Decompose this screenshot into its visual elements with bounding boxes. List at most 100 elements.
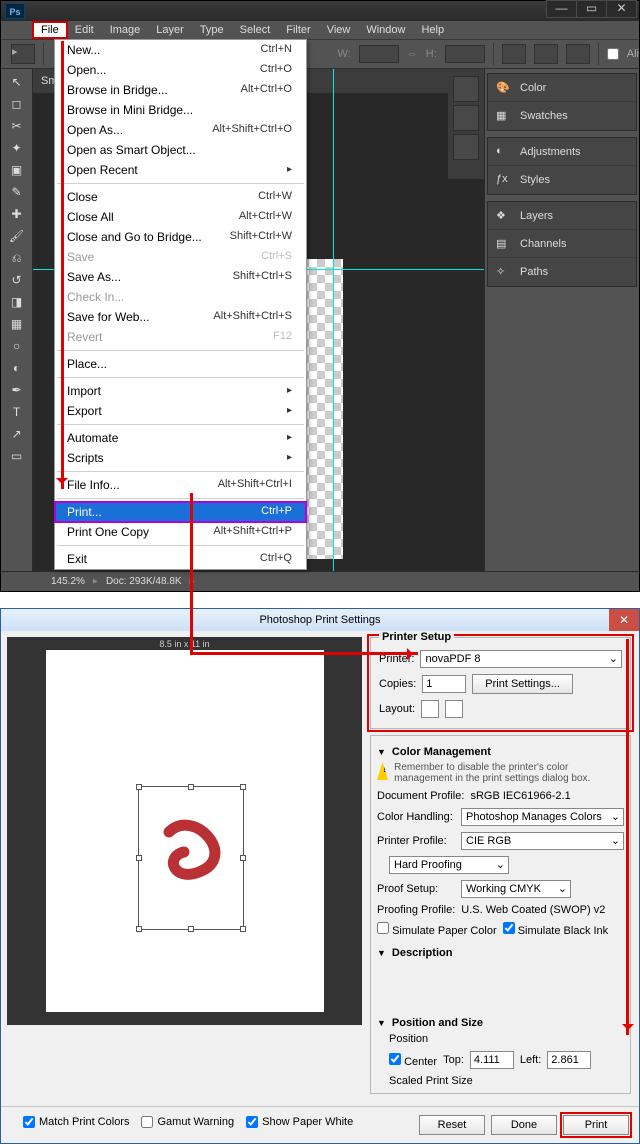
menu-item-scripts[interactable]: Scripts xyxy=(55,448,306,468)
dodge-tool-icon[interactable]: ◐ xyxy=(5,358,29,378)
marquee-tool-icon[interactable]: ◻ xyxy=(5,94,29,114)
tool-preset-button[interactable]: ▸ xyxy=(11,44,35,64)
menu-view[interactable]: View xyxy=(319,22,359,38)
print-settings-button[interactable]: Print Settings... xyxy=(472,674,573,694)
printer-combo[interactable]: novaPDF 8 xyxy=(420,650,622,668)
lasso-tool-icon[interactable]: ✂ xyxy=(5,116,29,136)
menu-item-import[interactable]: Import xyxy=(55,381,306,401)
align-button-3[interactable] xyxy=(566,44,590,64)
path-tool-icon[interactable]: ↗ xyxy=(5,424,29,444)
panel-styles-label: Styles xyxy=(520,174,550,186)
menu-item-file-info[interactable]: File Info...Alt+Shift+Ctrl+I xyxy=(55,475,306,495)
color-management-head[interactable]: Color Management xyxy=(377,746,624,758)
type-tool-icon[interactable]: T xyxy=(5,402,29,422)
reset-button[interactable]: Reset xyxy=(419,1115,485,1135)
menu-image[interactable]: Image xyxy=(102,22,149,38)
menu-filter[interactable]: Filter xyxy=(278,22,318,38)
menu-item-open-as-smart-object[interactable]: Open as Smart Object... xyxy=(55,140,306,160)
align-button-1[interactable] xyxy=(502,44,526,64)
menu-edit[interactable]: Edit xyxy=(67,22,102,38)
menu-item-open-recent[interactable]: Open Recent xyxy=(55,160,306,180)
proof-setup-combo[interactable]: Working CMYK xyxy=(461,880,571,898)
history-brush-icon[interactable]: ↺ xyxy=(5,270,29,290)
printer-profile-combo[interactable]: CIE RGB xyxy=(461,832,624,850)
menu-item-save-as[interactable]: Save As...Shift+Ctrl+S xyxy=(55,267,306,287)
print-selection-box[interactable] xyxy=(138,786,244,930)
height-field[interactable] xyxy=(445,45,485,63)
menu-help[interactable]: Help xyxy=(413,22,452,38)
dock-icon-3[interactable] xyxy=(453,134,479,160)
minimize-button[interactable]: — xyxy=(546,0,577,18)
heal-tool-icon[interactable]: ✚ xyxy=(5,204,29,224)
menu-item-place[interactable]: Place... xyxy=(55,354,306,374)
panel-styles[interactable]: ƒxStyles xyxy=(488,166,636,194)
color-handling-combo[interactable]: Photoshop Manages Colors xyxy=(461,808,624,826)
crop-tool-icon[interactable]: ▣ xyxy=(5,160,29,180)
panel-swatches[interactable]: ▦Swatches xyxy=(488,102,636,130)
maximize-button[interactable]: ▭ xyxy=(576,0,607,18)
simulate-black-ink-checkbox[interactable]: Simulate Black Ink xyxy=(503,922,609,937)
dialog-close-button[interactable]: ✕ xyxy=(609,609,639,631)
menu-item-print[interactable]: Print...Ctrl+P xyxy=(55,502,306,522)
position-size-head[interactable]: Position and Size xyxy=(377,1017,624,1029)
width-field[interactable] xyxy=(359,45,399,63)
panel-paths[interactable]: ✧Paths xyxy=(488,258,636,286)
print-button[interactable]: Print xyxy=(563,1115,629,1135)
menu-item-close-and-go-to-bridge[interactable]: Close and Go to Bridge...Shift+Ctrl+W xyxy=(55,227,306,247)
pen-tool-icon[interactable]: ✒ xyxy=(5,380,29,400)
menu-item-automate[interactable]: Automate xyxy=(55,428,306,448)
menu-window[interactable]: Window xyxy=(358,22,413,38)
panel-color[interactable]: 🎨Color xyxy=(488,74,636,102)
proof-setup-label: Proof Setup: xyxy=(377,883,455,895)
top-field[interactable]: 4.111 xyxy=(470,1051,514,1069)
eraser-tool-icon[interactable]: ◨ xyxy=(5,292,29,312)
wand-tool-icon[interactable]: ✦ xyxy=(5,138,29,158)
move-tool-icon[interactable]: ↖ xyxy=(5,72,29,92)
dialog-title-text: Photoshop Print Settings xyxy=(259,614,380,626)
menu-item-exit[interactable]: ExitCtrl+Q xyxy=(55,549,306,569)
simulate-paper-color-checkbox[interactable]: Simulate Paper Color xyxy=(377,922,497,937)
zoom-level[interactable]: 145.2% xyxy=(51,576,85,587)
close-button[interactable]: ✕ xyxy=(606,0,637,18)
menu-item-print-one-copy[interactable]: Print One CopyAlt+Shift+Ctrl+P xyxy=(55,522,306,542)
gradient-tool-icon[interactable]: ▦ xyxy=(5,314,29,334)
menu-item-export[interactable]: Export xyxy=(55,401,306,421)
left-field[interactable]: 2.861 xyxy=(547,1051,591,1069)
layout-landscape-button[interactable] xyxy=(445,700,463,718)
show-paper-white-checkbox[interactable]: Show Paper White xyxy=(246,1116,353,1128)
dock-icon-2[interactable] xyxy=(453,105,479,131)
hard-proofing-combo[interactable]: Hard Proofing xyxy=(389,856,509,874)
menu-file[interactable]: File xyxy=(33,22,67,38)
dock-icon-1[interactable] xyxy=(453,76,479,102)
menu-item-close-all[interactable]: Close AllAlt+Ctrl+W xyxy=(55,207,306,227)
menu-type[interactable]: Type xyxy=(192,22,232,38)
blur-tool-icon[interactable]: ○ xyxy=(5,336,29,356)
menu-layer[interactable]: Layer xyxy=(148,22,192,38)
stamp-tool-icon[interactable]: ⎌ xyxy=(5,248,29,268)
menu-item-new[interactable]: New...Ctrl+N xyxy=(55,40,306,60)
match-print-colors-checkbox[interactable]: Match Print Colors xyxy=(23,1116,129,1128)
panel-channels[interactable]: ▤Channels xyxy=(488,230,636,258)
menu-item-browse-in-bridge[interactable]: Browse in Bridge...Alt+Ctrl+O xyxy=(55,80,306,100)
menu-item-open[interactable]: Open...Ctrl+O xyxy=(55,60,306,80)
menu-item-open-as[interactable]: Open As...Alt+Shift+Ctrl+O xyxy=(55,120,306,140)
gamut-warning-checkbox[interactable]: Gamut Warning xyxy=(141,1116,234,1128)
done-button[interactable]: Done xyxy=(491,1115,557,1135)
ali-checkbox[interactable] xyxy=(607,48,619,60)
menu-item-save-for-web[interactable]: Save for Web...Alt+Shift+Ctrl+S xyxy=(55,307,306,327)
brush-tool-icon[interactable]: 🖌 xyxy=(5,226,29,246)
menu-item-close[interactable]: CloseCtrl+W xyxy=(55,187,306,207)
align-button-2[interactable] xyxy=(534,44,558,64)
description-head[interactable]: Description xyxy=(377,947,624,959)
panel-adjustments[interactable]: ◐Adjustments xyxy=(488,138,636,166)
shape-tool-icon[interactable]: ▭ xyxy=(5,446,29,466)
doc-info: Doc: 293K/48.8K xyxy=(106,576,182,587)
panel-layers[interactable]: ❖Layers xyxy=(488,202,636,230)
menu-item-browse-in-mini-bridge[interactable]: Browse in Mini Bridge... xyxy=(55,100,306,120)
layout-portrait-button[interactable] xyxy=(421,700,439,718)
center-checkbox[interactable]: Center xyxy=(389,1053,437,1068)
menu-select[interactable]: Select xyxy=(232,22,279,38)
printer-setup-legend: Printer Setup xyxy=(379,631,454,643)
copies-field[interactable]: 1 xyxy=(422,675,466,693)
eyedropper-tool-icon[interactable]: ✎ xyxy=(5,182,29,202)
